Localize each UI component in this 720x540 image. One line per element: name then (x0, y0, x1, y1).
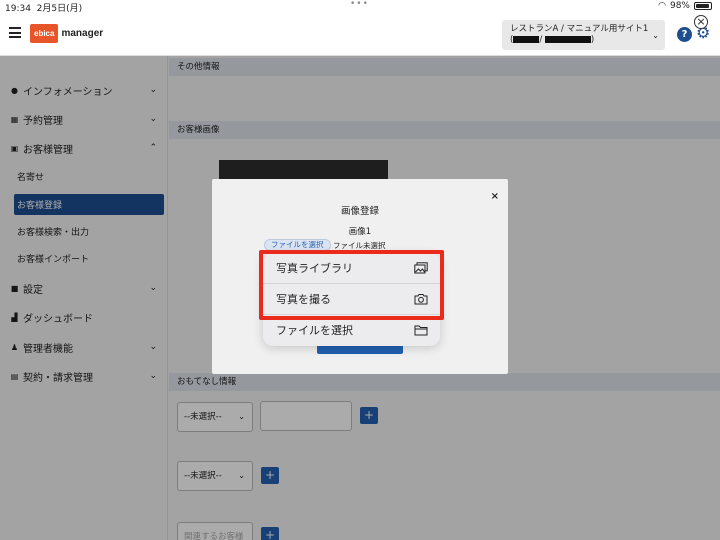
menu-item-choose-file[interactable]: ファイルを選択 (263, 315, 440, 346)
status-time: 19:34 2月5日(月) (5, 4, 83, 14)
store-selector[interactable]: レストランA / マニュアル用サイト1 (/ ) ⌄ (502, 20, 665, 50)
menu-icon[interactable] (9, 27, 21, 38)
menu-item-take-photo[interactable]: 写真を撮る (263, 284, 440, 315)
battery-status: ◠ 98% (658, 1, 712, 11)
status-bar: 19:34 2月5日(月) ••• ◠ 98% (0, 0, 720, 14)
file-source-menu: 写真ライブラリ 写真を撮る ファイルを選択 (263, 253, 440, 346)
camera-icon (414, 294, 428, 305)
logo-text: manager (61, 28, 104, 39)
app-header: ebica manager レストランA / マニュアル用サイト1 (/ ) ⌄… (0, 14, 720, 56)
menu-item-photo-library[interactable]: 写真ライブラリ (263, 253, 440, 284)
battery-icon (694, 2, 712, 10)
logo-badge: ebica (30, 24, 59, 43)
image-label: 画像1 (348, 227, 372, 237)
logo: ebica manager (30, 24, 103, 43)
help-icon[interactable]: ? (677, 27, 692, 42)
store-name: レストランA / マニュアル用サイト1 (510, 24, 649, 34)
store-masked-line: (/ ) (510, 35, 595, 45)
choose-file-button[interactable]: ファイルを選択 (264, 239, 331, 251)
photo-library-icon (414, 262, 428, 274)
redacted-mask (544, 36, 591, 43)
modal-title: 画像登録 (340, 206, 379, 217)
wifi-icon: ◠ (658, 1, 666, 11)
file-status: ファイル未選択 (333, 241, 386, 250)
multitask-dots[interactable]: ••• (350, 0, 369, 9)
redacted-mask (513, 36, 540, 43)
close-icon[interactable]: × (491, 191, 499, 202)
folder-icon (414, 325, 428, 336)
close-icon[interactable]: × (694, 15, 708, 29)
chevron-down-icon: ⌄ (652, 31, 659, 40)
